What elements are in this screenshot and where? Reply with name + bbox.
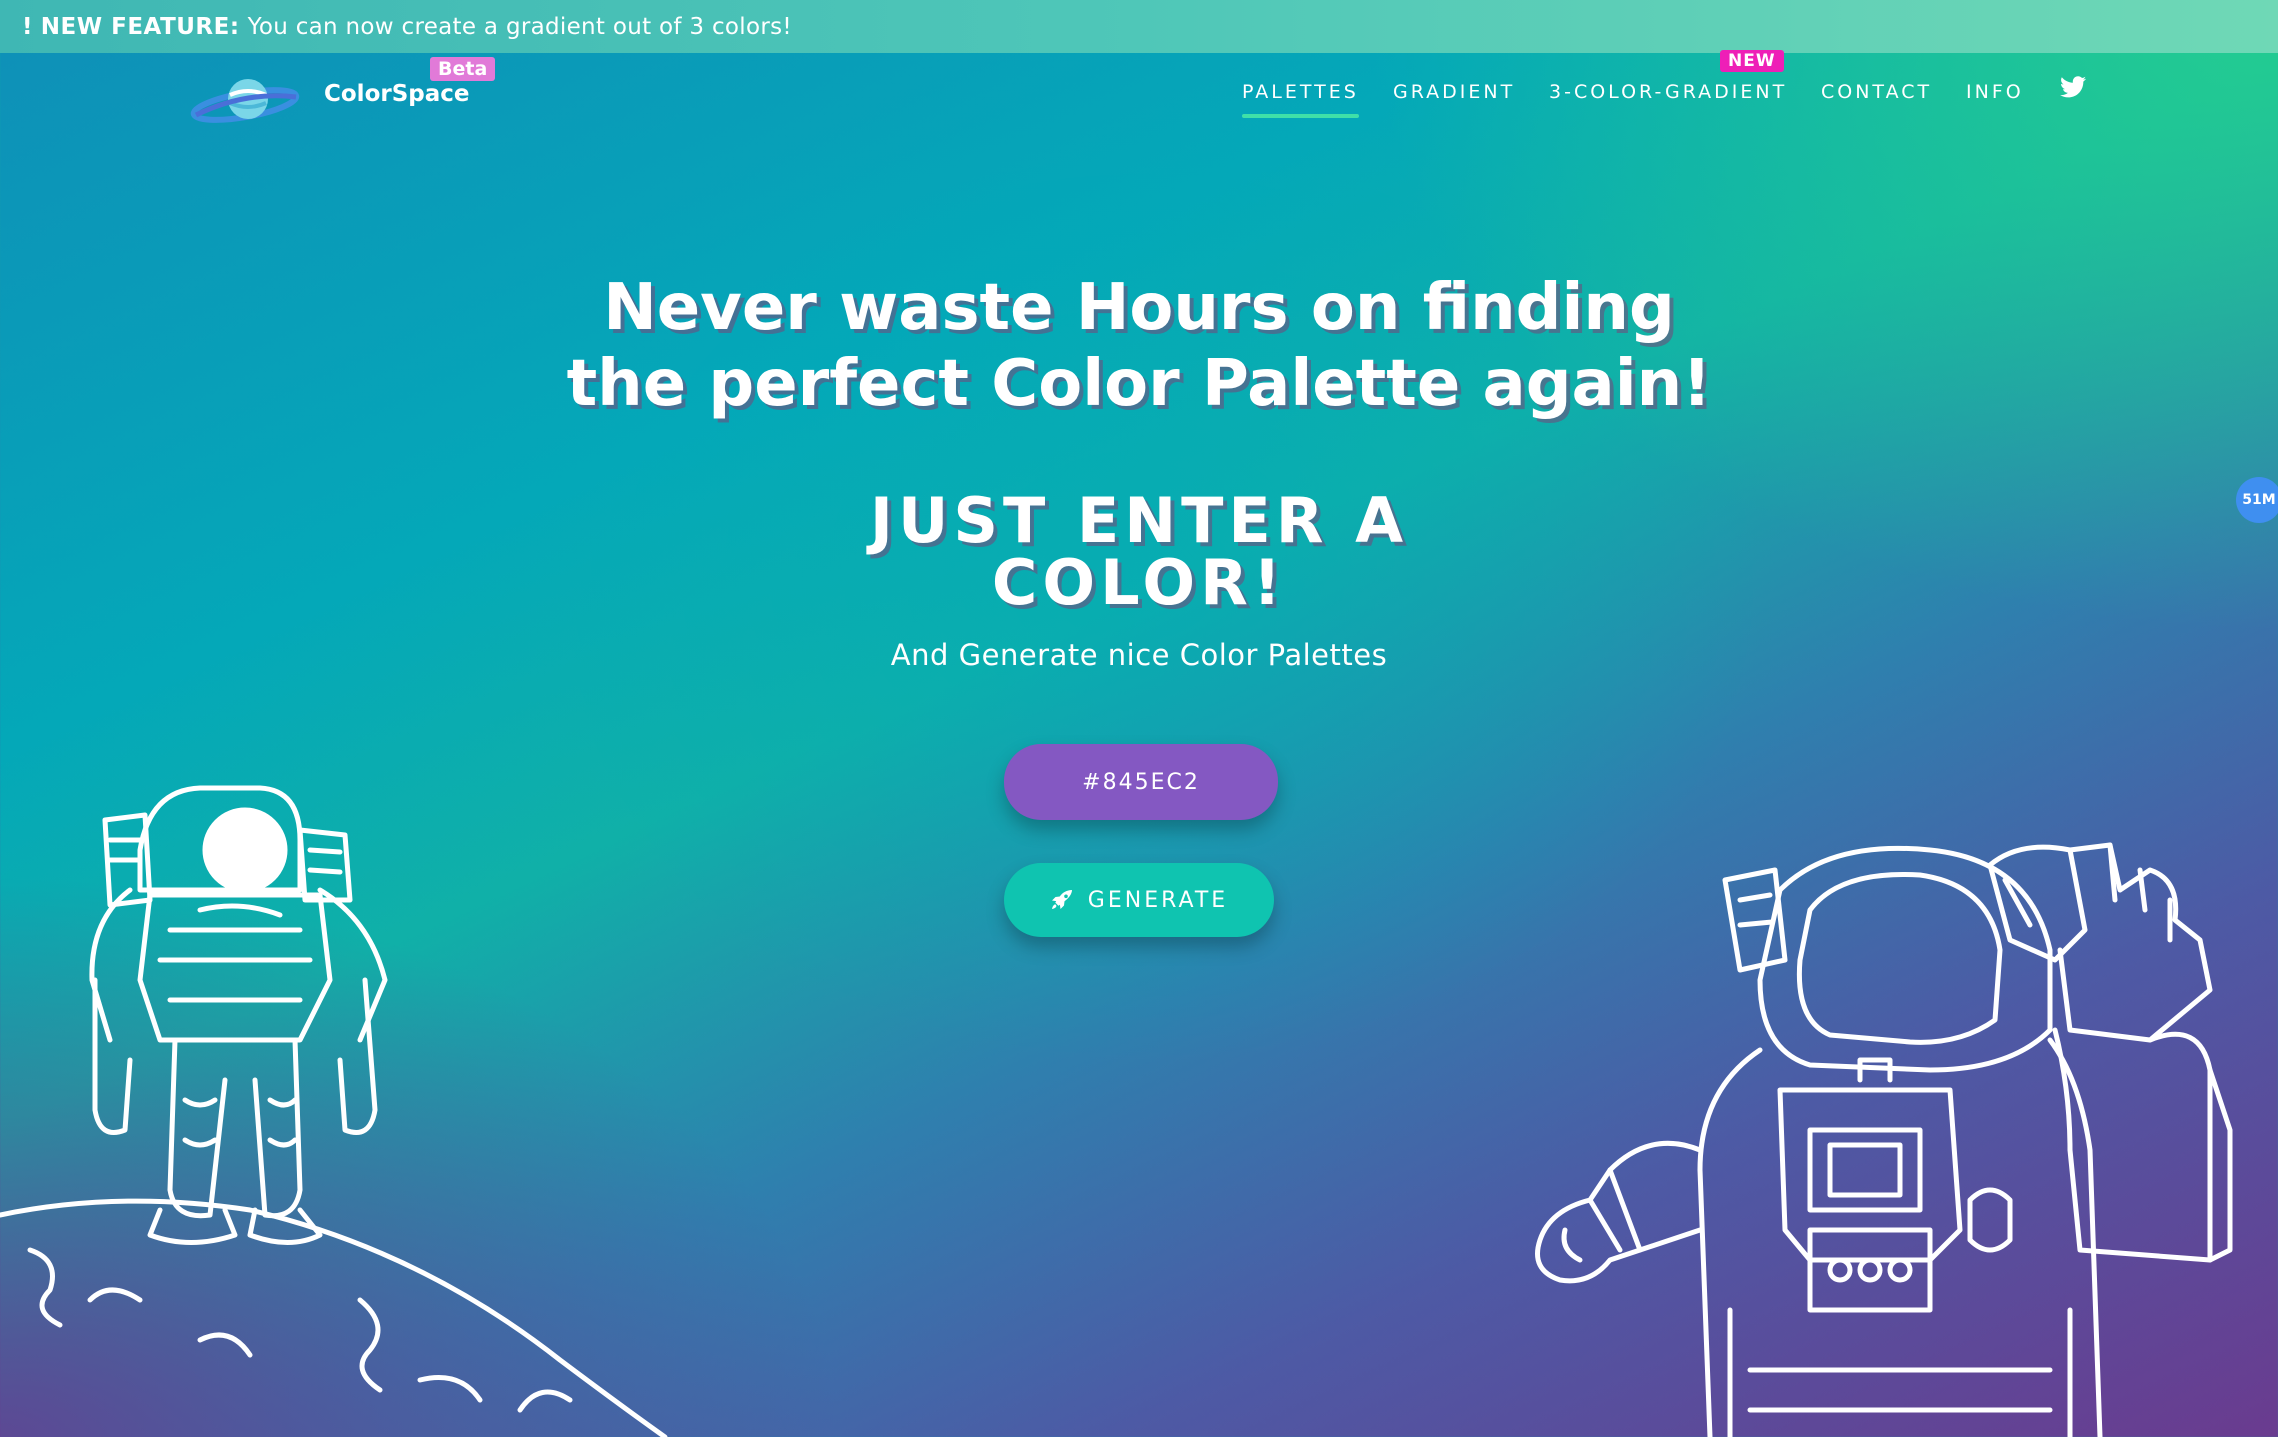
side-badge[interactable]: 51M: [2236, 477, 2278, 523]
beta-badge: Beta: [430, 57, 496, 81]
astronaut-on-planet-illustration: [0, 785, 668, 1437]
hero-title-line-2: the perfect Color Palette again!: [566, 347, 1712, 421]
hero-title-line-1: Never waste Hours on finding: [603, 271, 1675, 345]
generate-button[interactable]: GENERATE: [1004, 863, 1274, 937]
nav-3-color-gradient[interactable]: 3-COLOR-GRADIENT: [1549, 81, 1787, 103]
waving-astronaut-illustration: [1535, 842, 2233, 1437]
banner-label: NEW FEATURE:: [40, 13, 240, 40]
new-badge: NEW: [1720, 50, 1784, 72]
color-input[interactable]: [1004, 744, 1278, 820]
nav-contact[interactable]: CONTACT: [1821, 81, 1932, 103]
banner-exclamation: !: [22, 13, 33, 40]
hero-subtitle: JUST ENTER A COLOR!: [0, 490, 2278, 614]
hero-subtitle-line-2: COLOR!: [991, 546, 1287, 619]
generate-label: GENERATE: [1087, 887, 1229, 913]
hero-subtitle-line-1: JUST ENTER A: [869, 484, 1409, 557]
top-navigation: ColorSpace Beta PALETTES GRADIENT 3-COLO…: [0, 53, 2278, 143]
nav-palettes[interactable]: PALETTES: [1242, 81, 1359, 118]
feature-banner: ! NEW FEATURE: You can now create a grad…: [0, 0, 2278, 53]
nav-info[interactable]: INFO: [1966, 81, 2024, 103]
rocket-icon: [1051, 890, 1072, 909]
twitter-icon[interactable]: [2060, 76, 2086, 98]
planet-logo-icon[interactable]: [190, 71, 300, 131]
hero-tagline: And Generate nice Color Palettes: [890, 638, 1388, 672]
hero-title: Never waste Hours on finding the perfect…: [0, 270, 2278, 422]
banner-message: You can now create a gradient out of 3 c…: [247, 13, 792, 40]
nav-gradient[interactable]: GRADIENT: [1393, 81, 1515, 103]
brand-name[interactable]: ColorSpace: [324, 81, 470, 107]
